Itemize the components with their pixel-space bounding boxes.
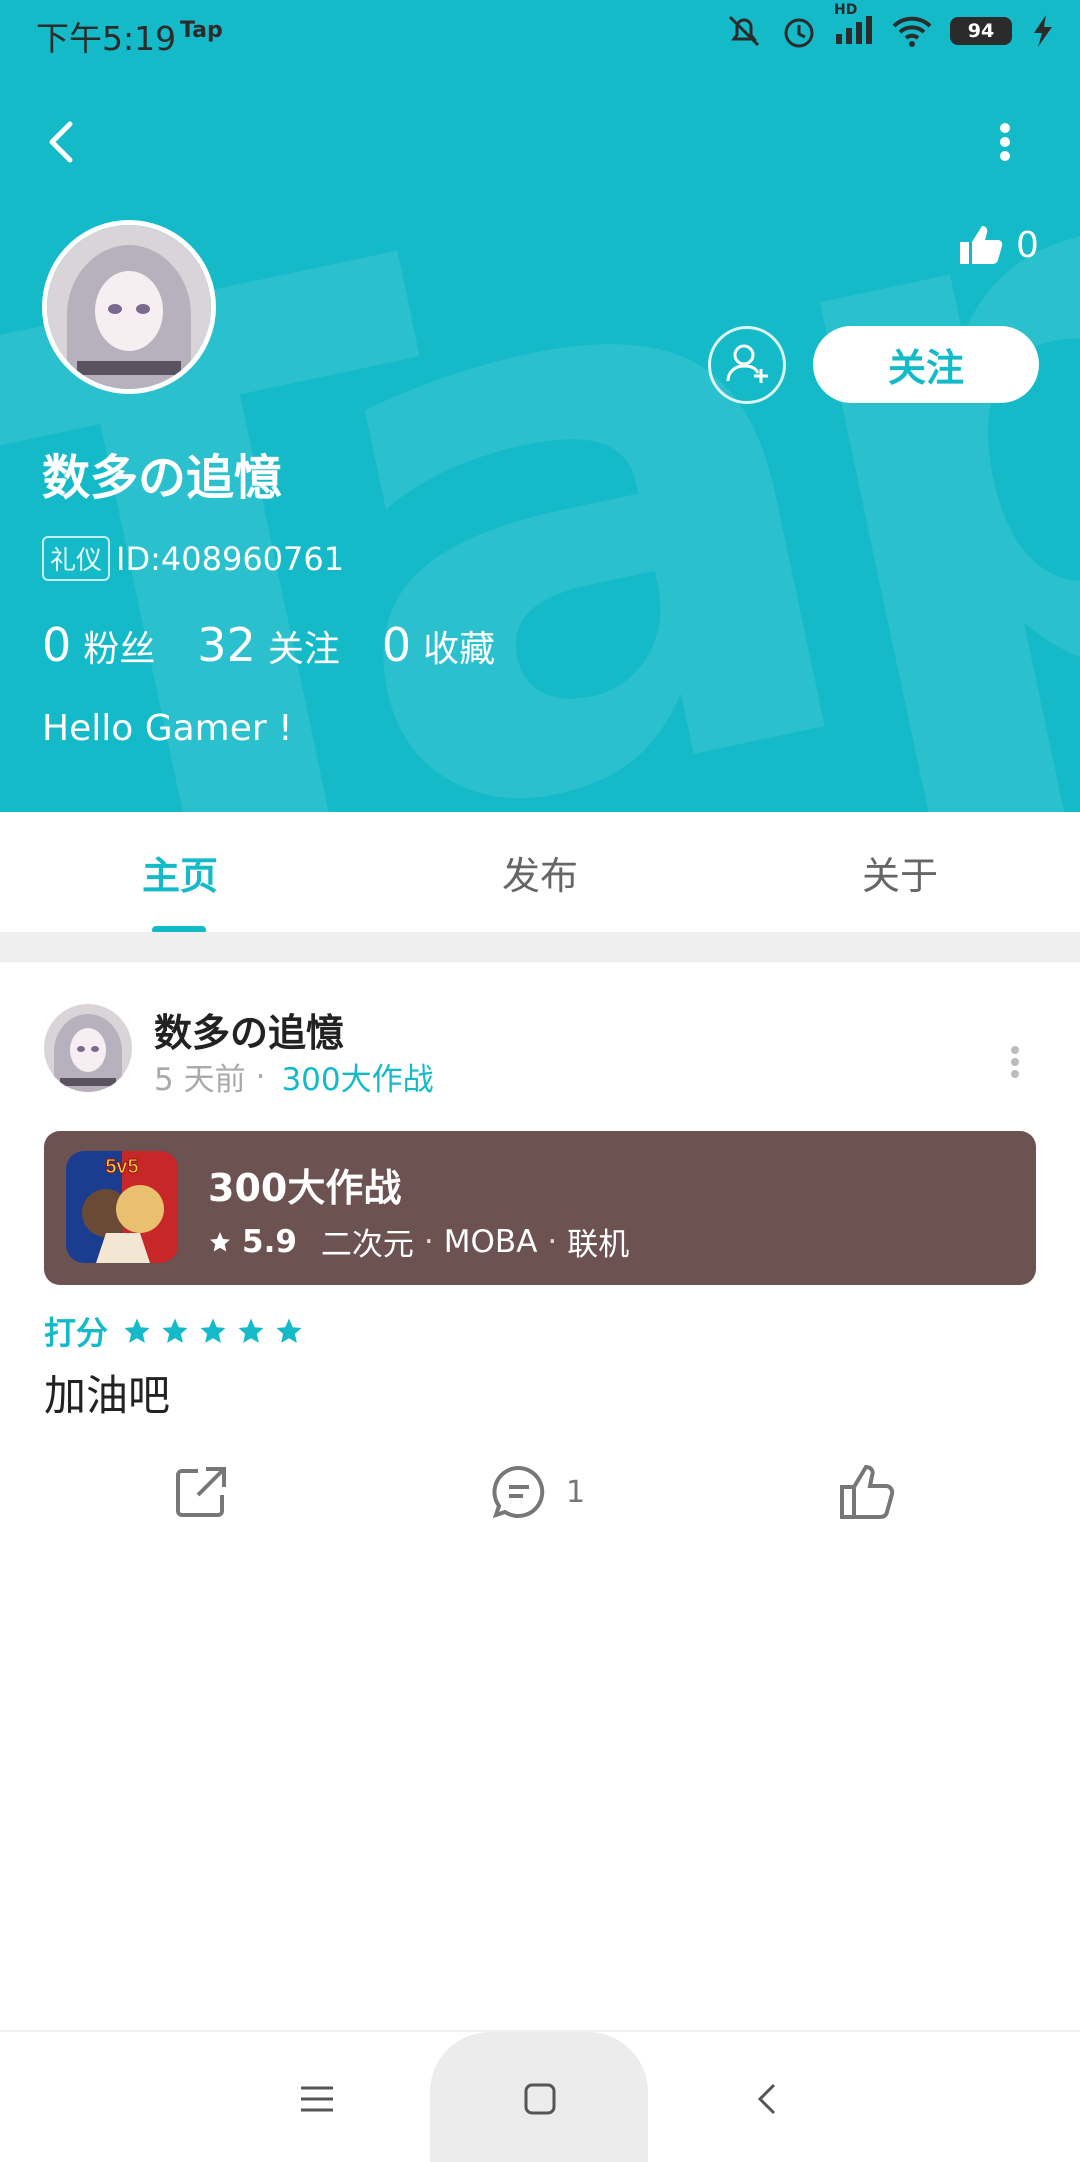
follow-button[interactable]: 关注 xyxy=(813,326,1039,403)
avatar-image xyxy=(44,1004,132,1092)
score-row: 打分 xyxy=(44,1308,304,1354)
more-vertical-icon xyxy=(1011,1046,1019,1078)
tab-about[interactable]: 关于 xyxy=(720,812,1080,932)
stat-label: 收藏 xyxy=(423,629,496,670)
section-divider xyxy=(0,932,1080,962)
post-game-link[interactable]: 300大作战 xyxy=(281,1054,433,1099)
post-actions: 1 xyxy=(0,1452,1080,1532)
system-nav-bar xyxy=(0,2030,1080,2162)
game-icon-label: 5v5 xyxy=(105,1156,138,1178)
post-author-name[interactable]: 数多の追憶 xyxy=(154,1002,344,1057)
game-info: 5.9 二次元 · MOBA · 联机 xyxy=(208,1219,629,1264)
tab-home[interactable]: 主页 xyxy=(0,812,360,932)
battery-indicator: 94 xyxy=(950,17,1012,45)
post-author-avatar[interactable] xyxy=(44,1004,132,1092)
stat-number: 0 xyxy=(381,618,412,672)
profile-bio: Hello Gamer ! xyxy=(42,708,293,749)
likes-counter[interactable]: 0 xyxy=(958,222,1039,268)
chevron-left-icon xyxy=(757,2083,776,2115)
rating-star-icon xyxy=(238,1318,264,1343)
stat-favorites[interactable]: 0 收藏 xyxy=(382,618,495,672)
post-time: 5 天前 xyxy=(154,1062,246,1098)
stat-fans[interactable]: 0 粉丝 xyxy=(42,618,155,672)
status-app-label: Tap xyxy=(180,18,223,43)
profile-username: 数多の追憶 xyxy=(42,450,283,506)
rating-star-icon xyxy=(124,1318,150,1343)
more-vertical-icon xyxy=(1000,123,1010,161)
alarm-icon xyxy=(784,18,814,48)
like-button[interactable] xyxy=(838,1452,898,1532)
status-icons: HD 94 xyxy=(724,2,1058,50)
comment-button[interactable]: 1 xyxy=(490,1452,585,1532)
profile-tabs: 主页 发布 关于 xyxy=(0,812,1080,932)
game-title: 300大作战 xyxy=(208,1166,402,1210)
status-bar: 下午5:19 Tap HD 94 xyxy=(0,0,1080,64)
stat-label: 关注 xyxy=(267,629,340,670)
user-id: ID:408960761 xyxy=(116,539,345,578)
rating-star-icon xyxy=(162,1318,188,1343)
thumbs-up-icon xyxy=(960,226,1003,264)
game-card[interactable]: 5v5 300大作战 5.9 二次元 · MOBA · 联机 xyxy=(44,1131,1036,1285)
post-content: 加油吧 xyxy=(44,1371,171,1420)
chevron-left-icon xyxy=(49,121,73,163)
square-icon xyxy=(524,2083,556,2115)
star-icon xyxy=(210,1231,230,1251)
stat-number: 0 xyxy=(42,618,72,672)
meta-separator: · xyxy=(255,1058,266,1095)
rating-star-icon xyxy=(200,1318,226,1343)
add-friend-button[interactable] xyxy=(708,326,786,404)
game-tag: MOBA xyxy=(443,1223,538,1260)
stat-following[interactable]: 32 关注 xyxy=(197,618,340,672)
share-icon xyxy=(176,1467,226,1517)
profile-avatar[interactable] xyxy=(42,220,216,394)
avatar-image xyxy=(47,225,211,389)
likes-count: 0 xyxy=(1016,224,1039,266)
status-time: 下午5:19 xyxy=(36,19,177,58)
tap-watermark: Tap xyxy=(0,0,1080,812)
share-button[interactable] xyxy=(172,1452,230,1532)
home-button[interactable] xyxy=(505,2064,575,2134)
rating-stars xyxy=(122,1316,304,1346)
menu-icon xyxy=(301,2086,333,2112)
stat-number: 32 xyxy=(197,618,256,672)
system-back-button[interactable] xyxy=(733,2064,803,2134)
charging-icon xyxy=(1034,15,1052,47)
game-tag: 二次元 xyxy=(320,1227,414,1263)
game-rating: 5.9 xyxy=(242,1223,297,1260)
thumbs-up-outline-icon xyxy=(840,1464,895,1519)
more-options-button[interactable] xyxy=(990,112,1020,172)
comment-icon xyxy=(492,1465,545,1519)
profile-stats: 0 粉丝 32 关注 0 收藏 xyxy=(42,618,537,672)
etiquette-badge[interactable]: 礼仪 xyxy=(42,536,111,581)
rating-star-icon xyxy=(276,1318,302,1343)
signal-icon: HD xyxy=(834,2,874,50)
wifi-icon xyxy=(892,16,932,47)
back-button[interactable] xyxy=(38,112,88,172)
score-label: 打分 xyxy=(44,1314,109,1352)
comment-count: 1 xyxy=(566,1474,586,1510)
game-icon: 5v5 xyxy=(66,1151,178,1263)
add-user-icon xyxy=(726,344,768,383)
profile-header: Tap 下午5:19 Tap HD 94 0 关注 数多の追憶 礼仪 ID:40… xyxy=(0,0,1080,812)
tab-posts[interactable]: 发布 xyxy=(360,812,720,932)
recent-apps-button[interactable] xyxy=(282,2064,352,2134)
game-tag: 联机 xyxy=(567,1227,630,1263)
game-icon-image: 5v5 xyxy=(66,1151,178,1263)
stat-label: 粉丝 xyxy=(83,629,156,670)
post-meta: 5 天前 · 300大作战 xyxy=(154,1054,434,1099)
user-id-row: 礼仪 ID:408960761 xyxy=(42,536,344,581)
post-more-button[interactable] xyxy=(1000,1032,1030,1092)
mute-icon xyxy=(728,15,760,47)
